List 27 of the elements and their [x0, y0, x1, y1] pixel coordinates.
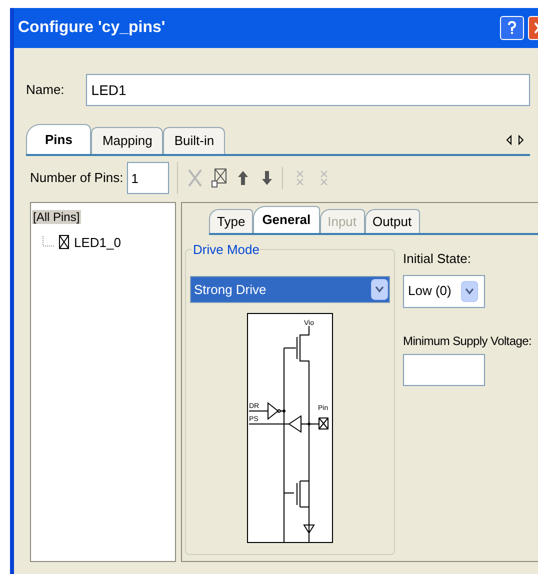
tab[interactable]: Type — [209, 209, 254, 233]
min-supply-label: Minimum Supply Voltage: — [403, 332, 532, 350]
name-label: Name: — [26, 81, 64, 100]
initial-state-dropdown[interactable]: Low (0) — [403, 274, 485, 308]
question-mark-icon — [507, 21, 517, 35]
tree-connector-icon — [42, 236, 54, 248]
tree-item[interactable]: LED1_0 — [74, 232, 121, 252]
scroll-left-icon[interactable] — [506, 134, 512, 146]
box-cross-icon[interactable] — [210, 167, 228, 189]
window-title: Configure 'cy_pins' — [18, 18, 166, 38]
tab[interactable]: Built-in — [163, 127, 226, 154]
drive-mode-dropdown[interactable]: Strong Drive — [190, 276, 390, 303]
initial-state-label: Initial State: — [403, 250, 472, 268]
tab[interactable]: Mapping — [91, 127, 164, 154]
pin-count-label: Number of Pins: — [30, 169, 124, 188]
tab[interactable]: Pins — [26, 124, 92, 154]
tab[interactable]: Output — [364, 209, 420, 233]
tree-root-item[interactable]: [All Pins] — [32, 210, 81, 224]
pin-icon — [59, 235, 69, 250]
min-supply-field[interactable] — [403, 354, 485, 386]
dropdown-caret-icon[interactable] — [461, 280, 478, 302]
tab[interactable]: General — [253, 206, 320, 233]
help-button[interactable] — [500, 16, 524, 40]
dropdown-caret-icon[interactable] — [371, 279, 388, 300]
pin-count-field[interactable]: 1 — [127, 162, 170, 194]
scroll-right-icon[interactable] — [518, 134, 524, 146]
name-field[interactable]: LED1 — [86, 74, 530, 106]
